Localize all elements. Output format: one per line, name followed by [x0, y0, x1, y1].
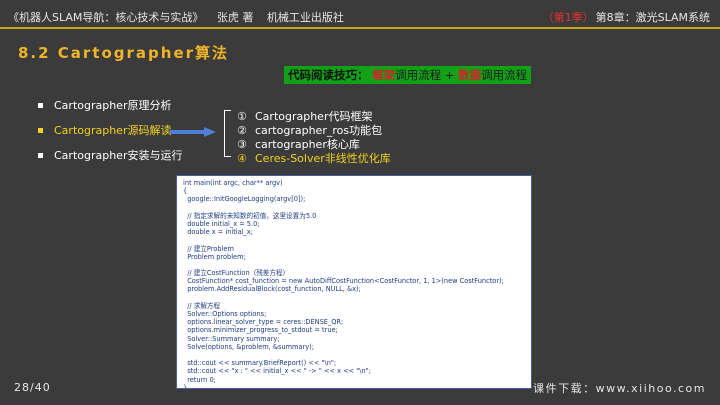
subtopic-list: ① Cartographer代码框架 ② cartographer_ros功能包 ③… — [237, 110, 391, 166]
arrow-right-icon — [170, 127, 216, 137]
code-line: // 指定求解的未知数的初值，这里设置为5.0 — [183, 211, 317, 220]
code-line: Problem problem; — [183, 252, 246, 261]
subtopic-label: cartographer_ros功能包 — [255, 124, 383, 137]
tip-prefix: 代码阅读技巧： — [288, 68, 369, 82]
code-line: Solve(options, &problem, &summary); — [183, 342, 314, 351]
code-line: double initial_x = 5.0; — [183, 219, 260, 228]
code-line: // 求解方程 — [183, 301, 221, 310]
code-reading-tip: 代码阅读技巧： 框架调用流程 + 数据调用流程 — [284, 66, 532, 84]
bracket — [224, 110, 231, 157]
subtopic-item[interactable]: ① Cartographer代码框架 — [237, 110, 391, 124]
subtopic-label: Ceres-Solver非线性优化库 — [255, 152, 391, 165]
code-line: std::cout << "x : " << initial_x << " ->… — [183, 367, 371, 376]
tip-framework-rest: 调用流程 + — [395, 68, 459, 82]
subtopic-number: ① — [237, 110, 247, 123]
code-line: double x = initial_x; — [183, 228, 253, 237]
subtopic-number: ④ — [237, 152, 247, 165]
header-left: 《机器人SLAM导航：核心技术与实战》 张虎 著 机械工业出版社 — [8, 9, 354, 25]
subtopic-label: cartographer核心库 — [255, 138, 360, 151]
code-line: google::InitGoogleLogging(argv[0]); — [183, 195, 306, 204]
topic-label: Cartographer安装与运行 — [54, 149, 183, 162]
subtopic-label: Cartographer代码框架 — [255, 110, 373, 123]
bullet-square-icon — [38, 128, 43, 133]
subtopic-item[interactable]: ③ cartographer核心库 — [237, 138, 391, 152]
code-line: std::cout << summary.BriefReport() << "\… — [183, 359, 337, 368]
code-line: // 建立Problem — [183, 244, 234, 253]
bullet-square-icon — [38, 103, 43, 108]
topic-label: Cartographer原理分析 — [54, 99, 172, 112]
code-line: Solver::Summary summary; — [183, 334, 280, 343]
author: 张虎 著 — [216, 11, 254, 24]
tip-data: 数据 — [458, 68, 482, 82]
header-bar: 《机器人SLAM导航：核心技术与实战》 张虎 著 机械工业出版社 （第1季） 第8… — [0, 0, 720, 30]
code-line: options.minimizer_progress_to_stdout = t… — [183, 326, 338, 335]
code-line: options.linear_solver_type = ceres::DENS… — [183, 318, 344, 327]
code-line: } — [183, 383, 188, 389]
code-line: // 建立CostFunction（残差方程） — [183, 269, 290, 278]
subtopic-item-active[interactable]: ④ Ceres-Solver非线性优化库 — [237, 152, 391, 166]
header-divider — [0, 27, 720, 29]
subtopic-item[interactable]: ② cartographer_ros功能包 — [237, 124, 391, 138]
season-label: （第1季） — [542, 11, 594, 24]
download-link[interactable]: 课件下载：www.xiihoo.com — [533, 380, 706, 396]
book-title: 《机器人SLAM导航：核心技术与实战》 — [8, 11, 204, 24]
section-title: 8.2 Cartographer算法 — [18, 44, 230, 62]
header-right: （第1季） 第8章：激光SLAM系统 — [543, 9, 710, 25]
chapter-label: 第8章：激光SLAM系统 — [595, 11, 710, 24]
subtopic-number: ③ — [237, 138, 247, 151]
bullet-square-icon — [38, 153, 43, 158]
code-line: problem.AddResidualBlock(cost_function, … — [183, 285, 361, 294]
publisher: 机械工业出版社 — [266, 11, 344, 24]
code-line: return 0; — [183, 375, 216, 384]
code-line: Solver::Options options; — [183, 310, 267, 318]
tip-framework: 框架 — [372, 68, 396, 82]
topic-label: Cartographer源码解读 — [54, 124, 172, 137]
tip-data-rest: 调用流程 — [481, 68, 528, 82]
code-line: int main(int argc, char** argv) — [183, 179, 283, 187]
code-line: { — [183, 187, 188, 196]
page-number: 28/40 — [14, 381, 51, 394]
code-line: CostFunction* cost_function = new AutoDi… — [183, 277, 504, 286]
code-snippet: int main(int argc, char** argv) { google… — [176, 175, 532, 389]
subtopic-number: ② — [237, 124, 247, 137]
